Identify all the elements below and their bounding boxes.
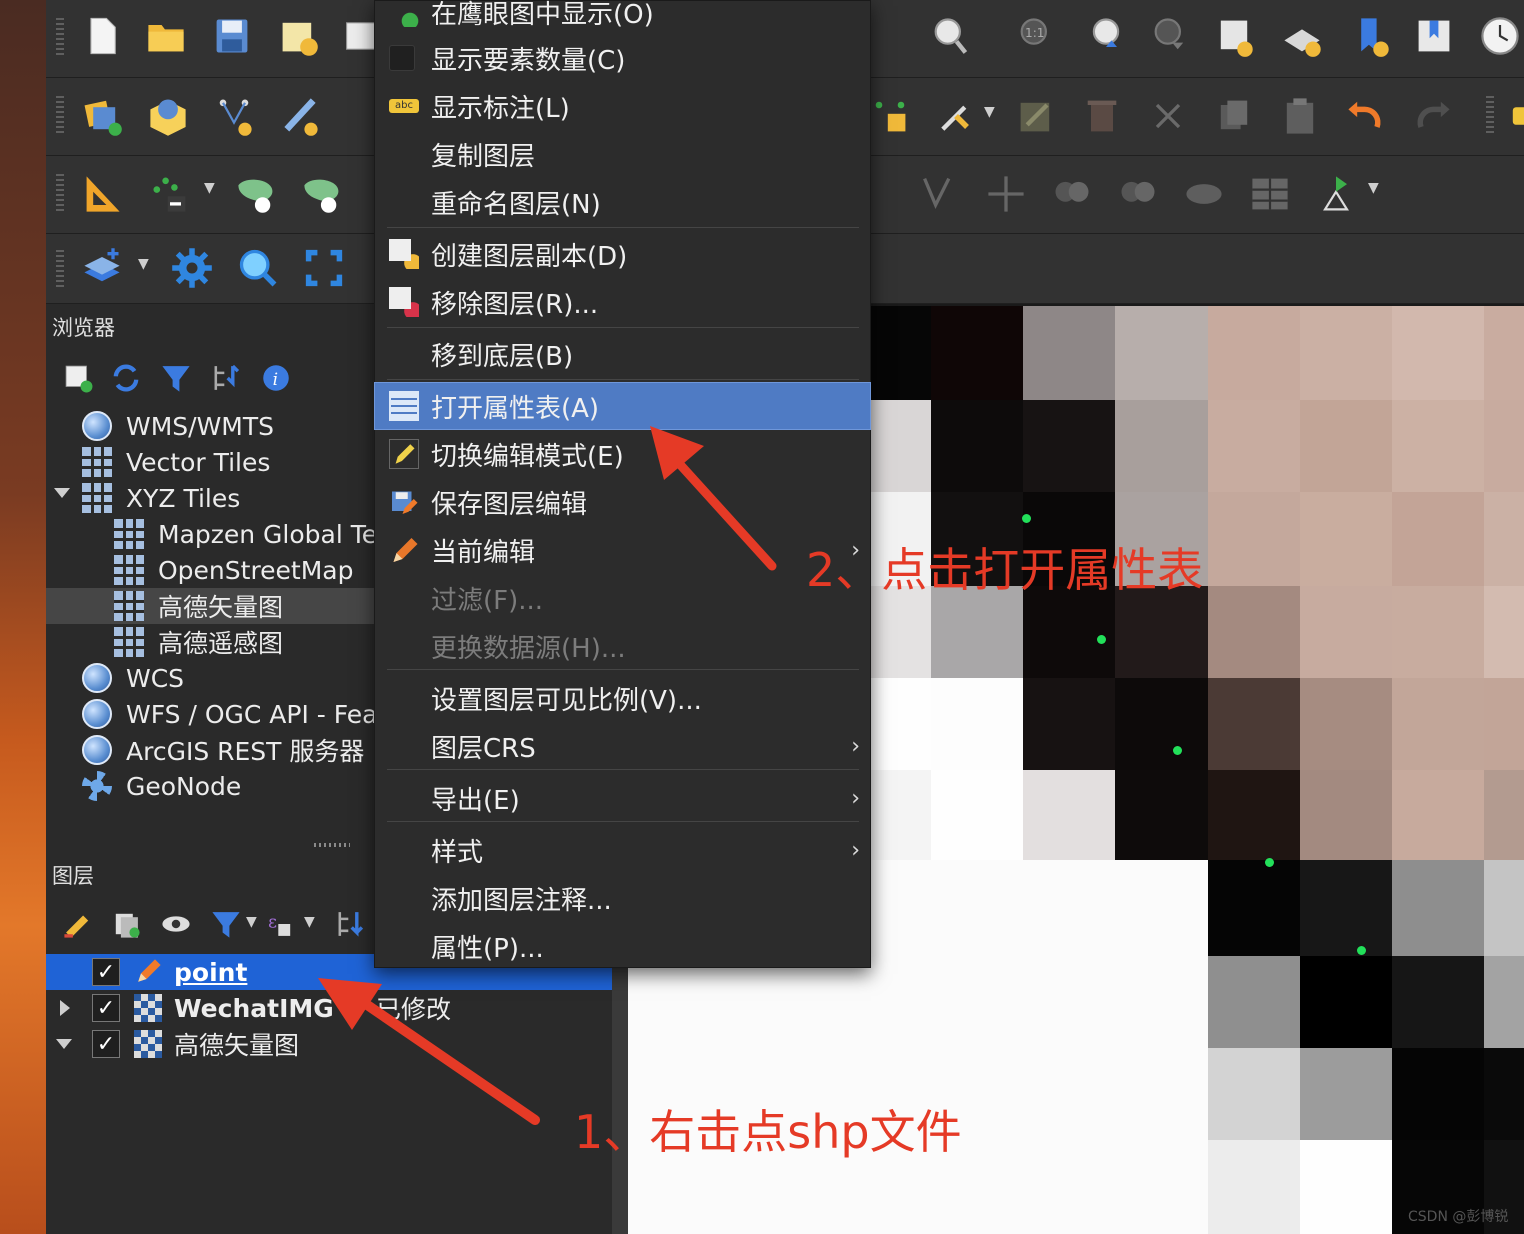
- annotation-step-2: 2、点击打开属性表: [806, 543, 1204, 597]
- watermark: CSDN @彭博锐: [1408, 1209, 1509, 1225]
- annotation-arrows: [318, 426, 777, 1125]
- annotation-step-1: 1、右击点shp文件: [574, 1105, 962, 1159]
